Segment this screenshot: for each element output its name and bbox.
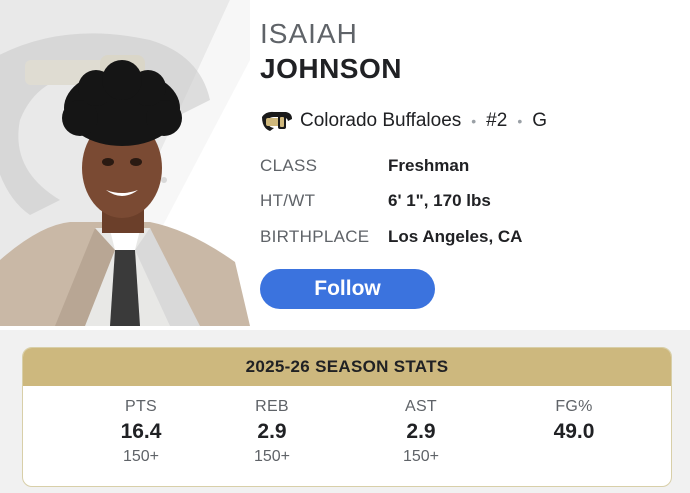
stats-title: 2025-26 SEASON STATS <box>23 348 671 386</box>
separator-dot: • <box>517 113 523 129</box>
stat-value: 16.4 <box>120 420 162 443</box>
jersey-number: #2 <box>486 110 508 131</box>
player-photo <box>0 0 250 326</box>
attr-row-class: CLASS Freshman <box>260 154 469 178</box>
team-name[interactable]: Colorado Buffaloes <box>300 110 461 132</box>
player-header-card: ISAIAH JOHNSON Colorado Buffaloes • #2 •… <box>0 0 690 330</box>
stat-rank: 150+ <box>122 448 160 465</box>
stat-ast: AST 2.9 150+ <box>361 398 481 466</box>
stat-pts: PTS 16.4 150+ <box>81 398 201 466</box>
follow-button[interactable]: Follow <box>260 269 435 309</box>
stat-label: PTS <box>124 398 158 415</box>
attr-label: CLASS <box>260 156 318 175</box>
attr-label: HT/WT <box>260 191 316 210</box>
stat-value: 2.9 <box>406 420 436 443</box>
stat-value: 2.9 <box>257 420 287 443</box>
attr-value: Freshman <box>388 156 470 175</box>
attr-row-birthplace: BIRTHPLACE Los Angeles, CA <box>260 225 522 249</box>
stat-rank: 150+ <box>402 448 440 465</box>
stats-row: PTS 16.4 150+ REB 2.9 150+ AST 2.9 150+ … <box>23 386 671 486</box>
stat-label: FG% <box>555 398 593 415</box>
stat-rank: 150+ <box>253 448 291 465</box>
attr-label: BIRTHPLACE <box>260 227 370 246</box>
season-stats-card: 2025-26 SEASON STATS PTS 16.4 150+ REB 2… <box>22 347 672 487</box>
team-row: Colorado Buffaloes • #2 • G <box>260 107 547 135</box>
colorado-buffaloes-logo-icon <box>260 109 294 133</box>
attr-value: 6' 1", 170 lbs <box>388 191 491 210</box>
attr-value: Los Angeles, CA <box>388 227 523 246</box>
player-last-name: JOHNSON <box>260 53 402 84</box>
stat-label: REB <box>255 398 289 415</box>
player-first-name: ISAIAH <box>260 18 358 49</box>
stat-fg-pct: FG% 49.0 <box>514 398 634 448</box>
player-position: G <box>532 110 547 131</box>
separator-dot: • <box>471 113 477 129</box>
stat-label: AST <box>404 398 438 415</box>
stat-reb: REB 2.9 150+ <box>212 398 332 466</box>
attr-row-height-weight: HT/WT 6' 1", 170 lbs <box>260 189 491 213</box>
stat-value: 49.0 <box>553 420 595 443</box>
